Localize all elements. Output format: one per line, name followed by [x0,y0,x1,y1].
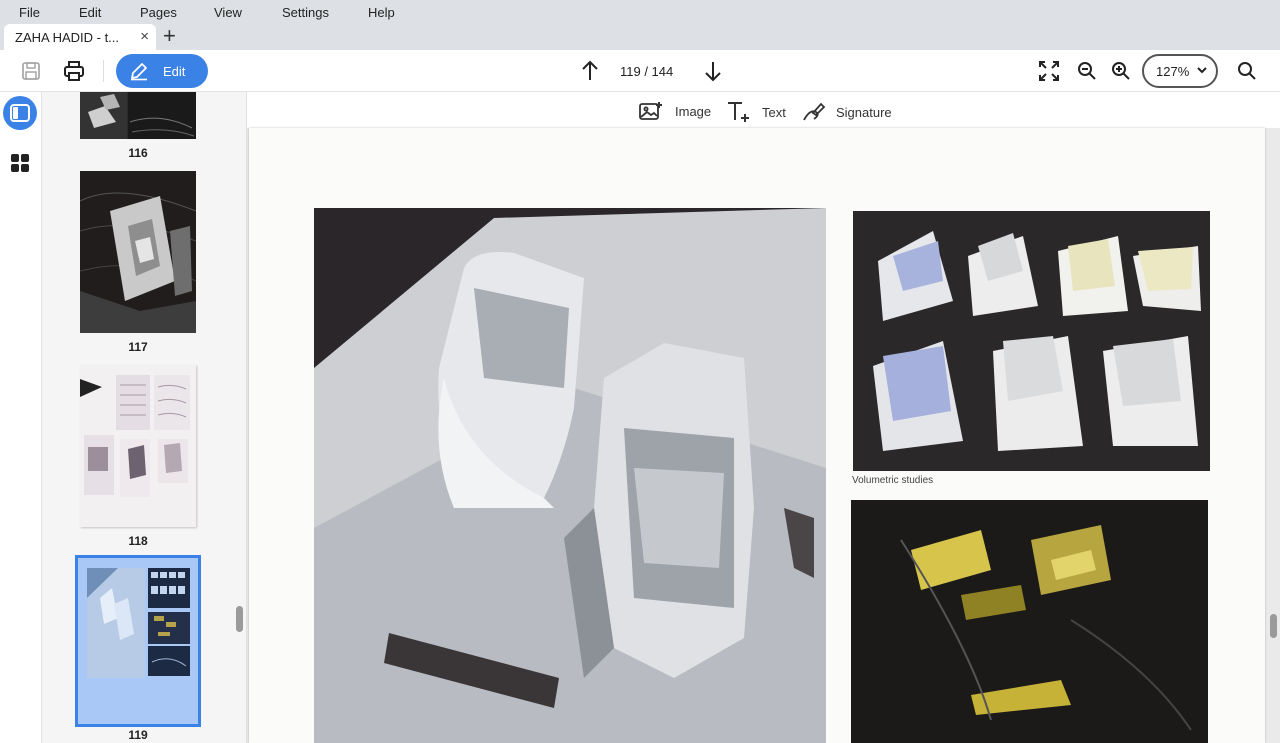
chevron-down-icon [1197,63,1207,80]
pdf-page-119: Volumetric studies [249,128,1265,743]
insert-text-button[interactable]: Text [726,101,786,123]
thumbnail-page-117[interactable] [79,171,197,333]
thumbnail-label: 118 [128,534,148,548]
image-plus-icon [639,101,663,121]
main-toolbar: Edit 119 / 144 127% [0,50,1280,92]
print-icon[interactable] [62,60,86,82]
thumbnail-page-119[interactable] [75,555,201,727]
pencil-icon [129,61,149,81]
sidebar-panel-icon [10,104,30,122]
menu-bar: File Edit Pages View Settings Help [0,0,1280,24]
menu-edit[interactable]: Edit [79,5,101,20]
document-view: Volumetric studies [247,128,1280,743]
arrow-down-icon[interactable] [703,60,723,82]
search-icon[interactable] [1236,60,1258,82]
arrow-up-icon[interactable] [580,60,600,82]
volumetric-studies-photo [853,211,1210,471]
menu-pages[interactable]: Pages [140,5,177,20]
insert-signature-button[interactable]: Signature [802,101,892,123]
thumbnail-page-116[interactable] [80,92,196,139]
thumbnail-scrollbar[interactable] [236,606,243,632]
zoom-select[interactable]: 127% [1142,54,1218,88]
menu-settings[interactable]: Settings [282,5,329,20]
edit-button[interactable]: Edit [116,54,208,88]
main-model-photo [314,208,826,743]
document-tab[interactable]: ZAHA HADID - t... × [4,24,156,50]
thumbnail-panel: 116 117 118 119 [42,92,247,743]
menu-help[interactable]: Help [368,5,395,20]
new-tab-button[interactable]: + [163,25,176,47]
signature-label: Signature [836,104,892,120]
photo-caption: Volumetric studies [852,475,934,486]
toolbar-divider [103,60,104,82]
zoom-out-icon[interactable] [1076,60,1098,82]
insert-image-button[interactable]: Image [639,101,711,121]
image-label: Image [675,103,712,119]
save-icon[interactable] [20,60,42,82]
close-tab-icon[interactable]: × [140,28,149,45]
zoom-value: 127% [1156,63,1190,79]
fit-screen-icon[interactable] [1038,60,1060,82]
tab-strip: ZAHA HADID - t... × + [0,24,1280,50]
thumbnail-label: 116 [128,146,148,160]
zoom-in-icon[interactable] [1110,60,1132,82]
thumbnails-panel-button[interactable] [3,96,37,130]
left-rail [0,92,42,743]
annotation-toolbar: Image Text Signature [247,92,1280,128]
menu-view[interactable]: View [214,5,242,20]
thumbnail-label: 117 [128,340,148,354]
edit-button-label: Edit [163,63,186,79]
thumbnail-label: 119 [128,728,148,742]
text-plus-icon [726,101,752,123]
menu-file[interactable]: File [19,5,40,20]
document-scrollbar[interactable] [1270,614,1277,638]
lit-model-photo [851,500,1208,743]
page-indicator[interactable]: 119 / 144 [620,64,673,79]
signature-pen-icon [802,101,826,123]
tab-title: ZAHA HADID - t... [15,29,120,45]
text-label: Text [762,104,786,120]
thumbnail-page-118[interactable] [80,365,196,527]
grid-icon[interactable] [10,153,30,173]
